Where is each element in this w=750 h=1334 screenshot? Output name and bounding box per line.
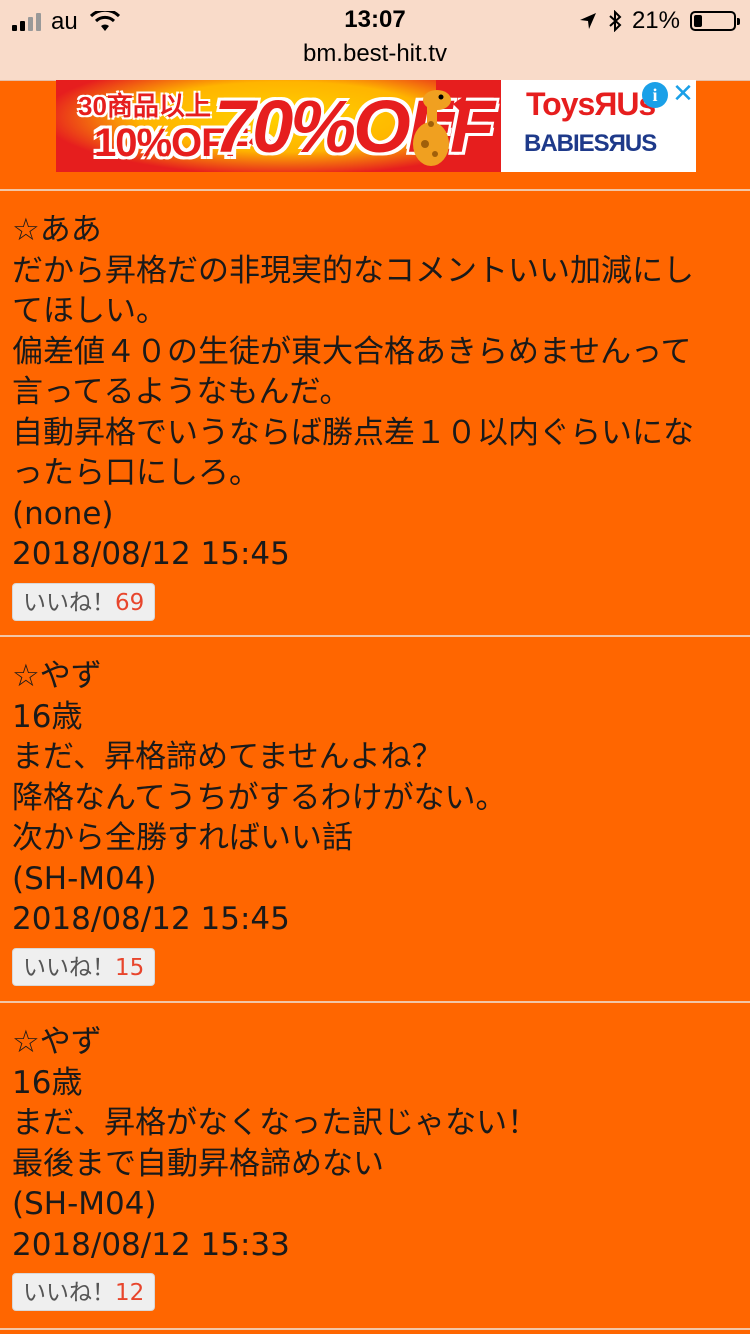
comment-line: 偏差値４０の生徒が東大合格あきらめませんって: [12, 333, 692, 370]
comment-line: だから昇格だの非現実的なコメントいい加減にし: [12, 252, 694, 289]
comment-line: 降格なんてうちがするわけがない。: [12, 779, 507, 816]
comment-device: (SH-M04): [12, 860, 157, 897]
comment-line: 最後まで自動昇格諦めない: [12, 1145, 384, 1182]
battery-fill: [694, 15, 702, 27]
comment-line: 次から全勝すればいい話: [12, 820, 353, 856]
comment: ☆ああ だから昇格だの非現実的なコメントいい加減にし てほしい。 偏差値４０の生…: [12, 210, 742, 621]
like-count: 69: [115, 589, 145, 616]
ad-banner[interactable]: 30商品以上 10%OFF〜 70%OFF ToysЯUs BABIESЯUS …: [56, 80, 696, 172]
ad-logo-toys: ToysЯUs: [526, 86, 656, 122]
status-right: 21%: [578, 7, 740, 35]
comment-line: まだ、昇格諦めてませんよね？: [12, 739, 443, 775]
location-arrow-icon: [579, 13, 596, 29]
comment-line: 16歳: [12, 1064, 83, 1101]
top-bar: au 13:07 21% bm.best-hit.tv: [0, 0, 750, 81]
ad-logo-babies: BABIESЯUS: [524, 130, 657, 157]
comment-line: 自動昇格でいうならば勝点差１０以内ぐらいにな: [12, 414, 694, 451]
like-count: 15: [115, 954, 145, 981]
comment-device: (SH-M04): [12, 1186, 157, 1222]
comment-line: ったら口にしろ。: [12, 455, 260, 491]
comment-line: 言ってるようなもんだ。: [12, 374, 351, 410]
comment-device: (none): [12, 495, 114, 532]
comment-line: 16歳: [12, 698, 83, 735]
comment-author: ☆やず: [12, 658, 102, 694]
url-bar[interactable]: bm.best-hit.tv: [0, 40, 750, 68]
like-button[interactable]: いいね！69: [12, 582, 156, 621]
bluetooth-icon: [609, 10, 622, 32]
giraffe-mascot-icon: [413, 90, 467, 166]
comment: ☆やず 16歳 まだ、昇格がなくなった訳じゃない！ 最後まで自動昇格諦めない (…: [12, 1022, 742, 1311]
comment-datetime: 2018/08/12 15:45: [12, 536, 290, 572]
comment: ☆やず 16歳 まだ、昇格諦めてませんよね？ 降格なんてうちがするわけがない。 …: [12, 656, 742, 986]
comment-datetime: 2018/08/12 15:33: [12, 1226, 290, 1263]
divider: [0, 189, 750, 191]
divider: [0, 635, 750, 637]
ad-info-icon[interactable]: i: [642, 82, 668, 108]
like-count: 12: [115, 1280, 145, 1306]
comment-line: てほしい。: [12, 293, 167, 329]
ad-close-icon[interactable]: ✕: [670, 80, 696, 108]
comment-author: ☆ああ: [12, 212, 102, 248]
divider: [0, 1328, 750, 1330]
like-button[interactable]: いいね！12: [12, 1273, 156, 1311]
divider: [0, 1001, 750, 1003]
comment-datetime: 2018/08/12 15:45: [12, 901, 290, 937]
battery-icon: [690, 11, 740, 31]
comment-line: まだ、昇格がなくなった訳じゃない！: [12, 1105, 539, 1141]
like-label: いいね！: [23, 589, 115, 616]
like-label: いいね！: [23, 954, 115, 981]
comment-author: ☆やず: [12, 1024, 102, 1060]
battery-percent: 21%: [631, 7, 680, 34]
like-label: いいね！: [23, 1280, 115, 1306]
like-button[interactable]: いいね！15: [12, 947, 156, 986]
